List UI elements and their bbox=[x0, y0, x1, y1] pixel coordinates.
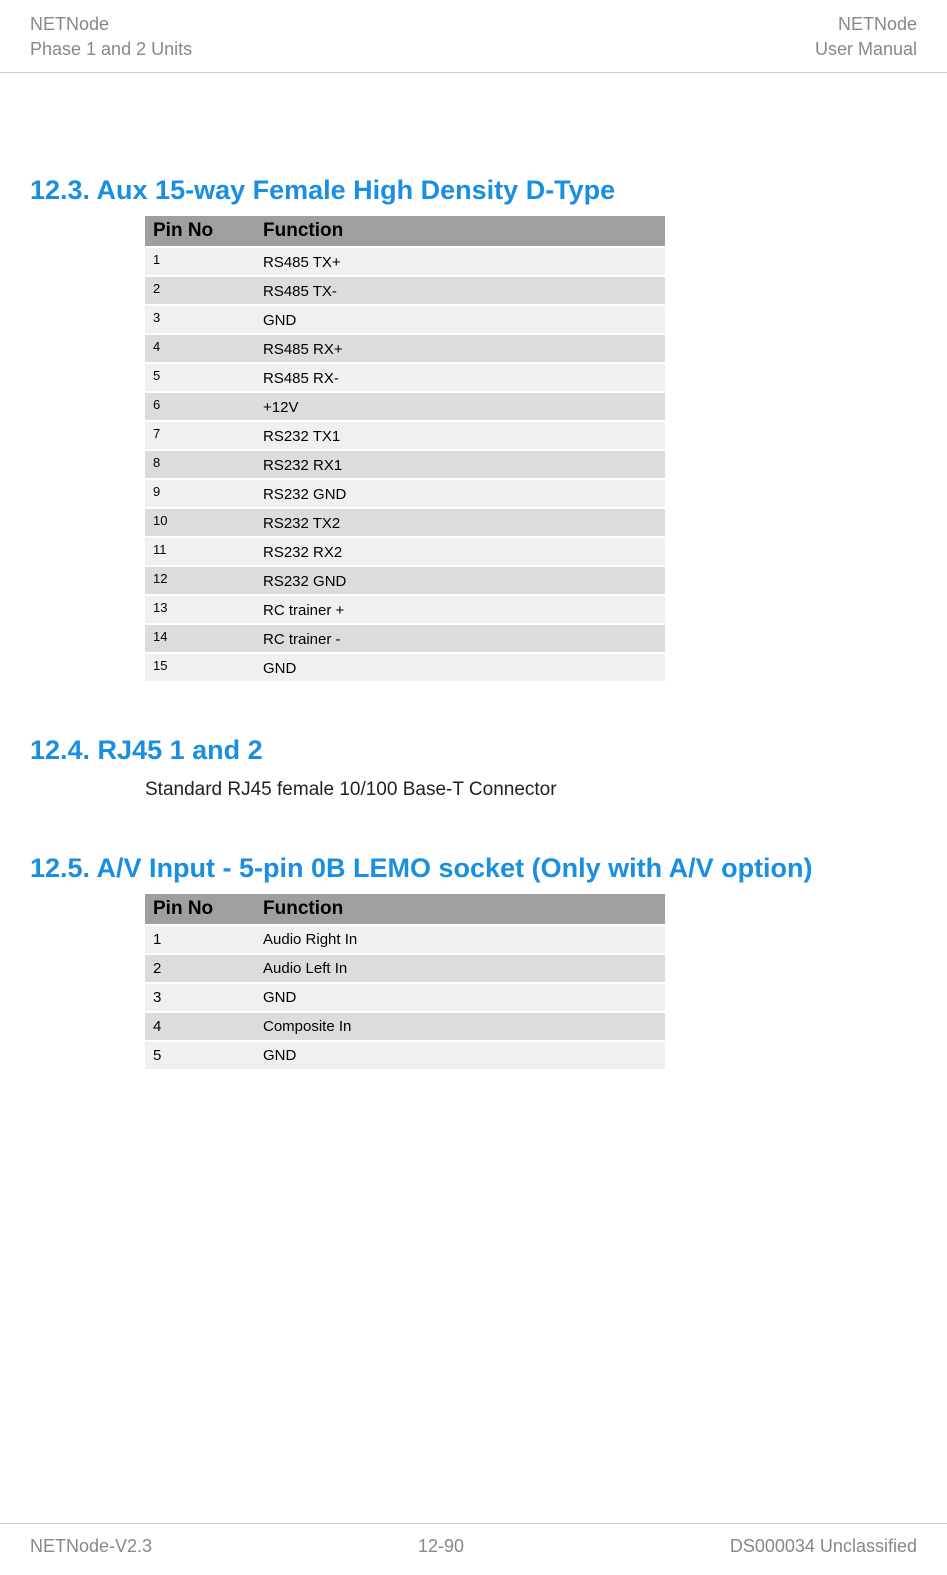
av-input-table: Pin No Function 1Audio Right In 2Audio L… bbox=[145, 894, 665, 1071]
func-cell: Audio Right In bbox=[255, 925, 665, 954]
table-row: 4RS485 RX+ bbox=[145, 334, 665, 363]
func-cell: Composite In bbox=[255, 1012, 665, 1041]
page-content: 12.3. Aux 15-way Female High Density D-T… bbox=[0, 73, 947, 1070]
func-cell: RS232 GND bbox=[255, 479, 665, 508]
aux-15way-table: Pin No Function 1RS485 TX+ 2RS485 TX- 3G… bbox=[145, 216, 665, 683]
header-left-line1: NETNode bbox=[30, 12, 192, 37]
table-row: 11RS232 RX2 bbox=[145, 537, 665, 566]
header-right: NETNode User Manual bbox=[815, 12, 917, 62]
section-12-4-body: Standard RJ45 female 10/100 Base-T Conne… bbox=[145, 779, 917, 801]
func-cell: RC trainer - bbox=[255, 624, 665, 653]
table-row: 12RS232 GND bbox=[145, 566, 665, 595]
table-col-pin: Pin No bbox=[145, 216, 255, 247]
table-col-pin: Pin No bbox=[145, 894, 255, 925]
pin-cell: 12 bbox=[145, 566, 255, 595]
footer-center: 12-90 bbox=[418, 1536, 464, 1557]
func-cell: RS485 RX+ bbox=[255, 334, 665, 363]
pin-cell: 4 bbox=[145, 1012, 255, 1041]
func-cell: RS232 RX2 bbox=[255, 537, 665, 566]
pin-cell: 5 bbox=[145, 1041, 255, 1070]
func-cell: GND bbox=[255, 983, 665, 1012]
table-row: 4Composite In bbox=[145, 1012, 665, 1041]
func-cell: +12V bbox=[255, 392, 665, 421]
table-row: 14RC trainer - bbox=[145, 624, 665, 653]
pin-cell: 7 bbox=[145, 421, 255, 450]
table-row: 15GND bbox=[145, 653, 665, 682]
func-cell: Audio Left In bbox=[255, 954, 665, 983]
header-left: NETNode Phase 1 and 2 Units bbox=[30, 12, 192, 62]
pin-cell: 1 bbox=[145, 925, 255, 954]
table-row: 7RS232 TX1 bbox=[145, 421, 665, 450]
func-cell: RS232 GND bbox=[255, 566, 665, 595]
table-row: 8RS232 RX1 bbox=[145, 450, 665, 479]
table-row: 10RS232 TX2 bbox=[145, 508, 665, 537]
section-12-5-heading: 12.5. A/V Input - 5-pin 0B LEMO socket (… bbox=[30, 851, 917, 886]
pin-cell: 2 bbox=[145, 276, 255, 305]
header-left-line2: Phase 1 and 2 Units bbox=[30, 37, 192, 62]
table-row: 1Audio Right In bbox=[145, 925, 665, 954]
page-header: NETNode Phase 1 and 2 Units NETNode User… bbox=[0, 0, 947, 73]
func-cell: RC trainer + bbox=[255, 595, 665, 624]
func-cell: GND bbox=[255, 1041, 665, 1070]
pin-cell: 15 bbox=[145, 653, 255, 682]
table-row: 13RC trainer + bbox=[145, 595, 665, 624]
func-cell: GND bbox=[255, 653, 665, 682]
pin-cell: 2 bbox=[145, 954, 255, 983]
table-row: 5GND bbox=[145, 1041, 665, 1070]
table-row: 6+12V bbox=[145, 392, 665, 421]
func-cell: RS485 TX- bbox=[255, 276, 665, 305]
table-row: 2Audio Left In bbox=[145, 954, 665, 983]
pin-cell: 9 bbox=[145, 479, 255, 508]
pin-cell: 8 bbox=[145, 450, 255, 479]
func-cell: RS232 TX2 bbox=[255, 508, 665, 537]
pin-cell: 13 bbox=[145, 595, 255, 624]
table-row: 2RS485 TX- bbox=[145, 276, 665, 305]
page-footer: NETNode-V2.3 12-90 DS000034 Unclassified bbox=[0, 1523, 947, 1575]
func-cell: RS485 RX- bbox=[255, 363, 665, 392]
section-12-4-heading: 12.4. RJ45 1 and 2 bbox=[30, 733, 917, 768]
footer-right: DS000034 Unclassified bbox=[730, 1536, 917, 1557]
pin-cell: 10 bbox=[145, 508, 255, 537]
pin-cell: 1 bbox=[145, 247, 255, 276]
func-cell: RS232 RX1 bbox=[255, 450, 665, 479]
section-12-3-heading: 12.3. Aux 15-way Female High Density D-T… bbox=[30, 173, 917, 208]
header-right-line2: User Manual bbox=[815, 37, 917, 62]
table-row: 5RS485 RX- bbox=[145, 363, 665, 392]
table-row: 3GND bbox=[145, 983, 665, 1012]
table-row: 1RS485 TX+ bbox=[145, 247, 665, 276]
func-cell: RS485 TX+ bbox=[255, 247, 665, 276]
func-cell: RS232 TX1 bbox=[255, 421, 665, 450]
table-col-func: Function bbox=[255, 894, 665, 925]
table-row: 9RS232 GND bbox=[145, 479, 665, 508]
func-cell: GND bbox=[255, 305, 665, 334]
pin-cell: 3 bbox=[145, 983, 255, 1012]
pin-cell: 5 bbox=[145, 363, 255, 392]
pin-cell: 4 bbox=[145, 334, 255, 363]
pin-cell: 6 bbox=[145, 392, 255, 421]
footer-left: NETNode-V2.3 bbox=[30, 1536, 152, 1557]
pin-cell: 3 bbox=[145, 305, 255, 334]
pin-cell: 11 bbox=[145, 537, 255, 566]
header-right-line1: NETNode bbox=[815, 12, 917, 37]
table-row: 3GND bbox=[145, 305, 665, 334]
pin-cell: 14 bbox=[145, 624, 255, 653]
table-col-func: Function bbox=[255, 216, 665, 247]
